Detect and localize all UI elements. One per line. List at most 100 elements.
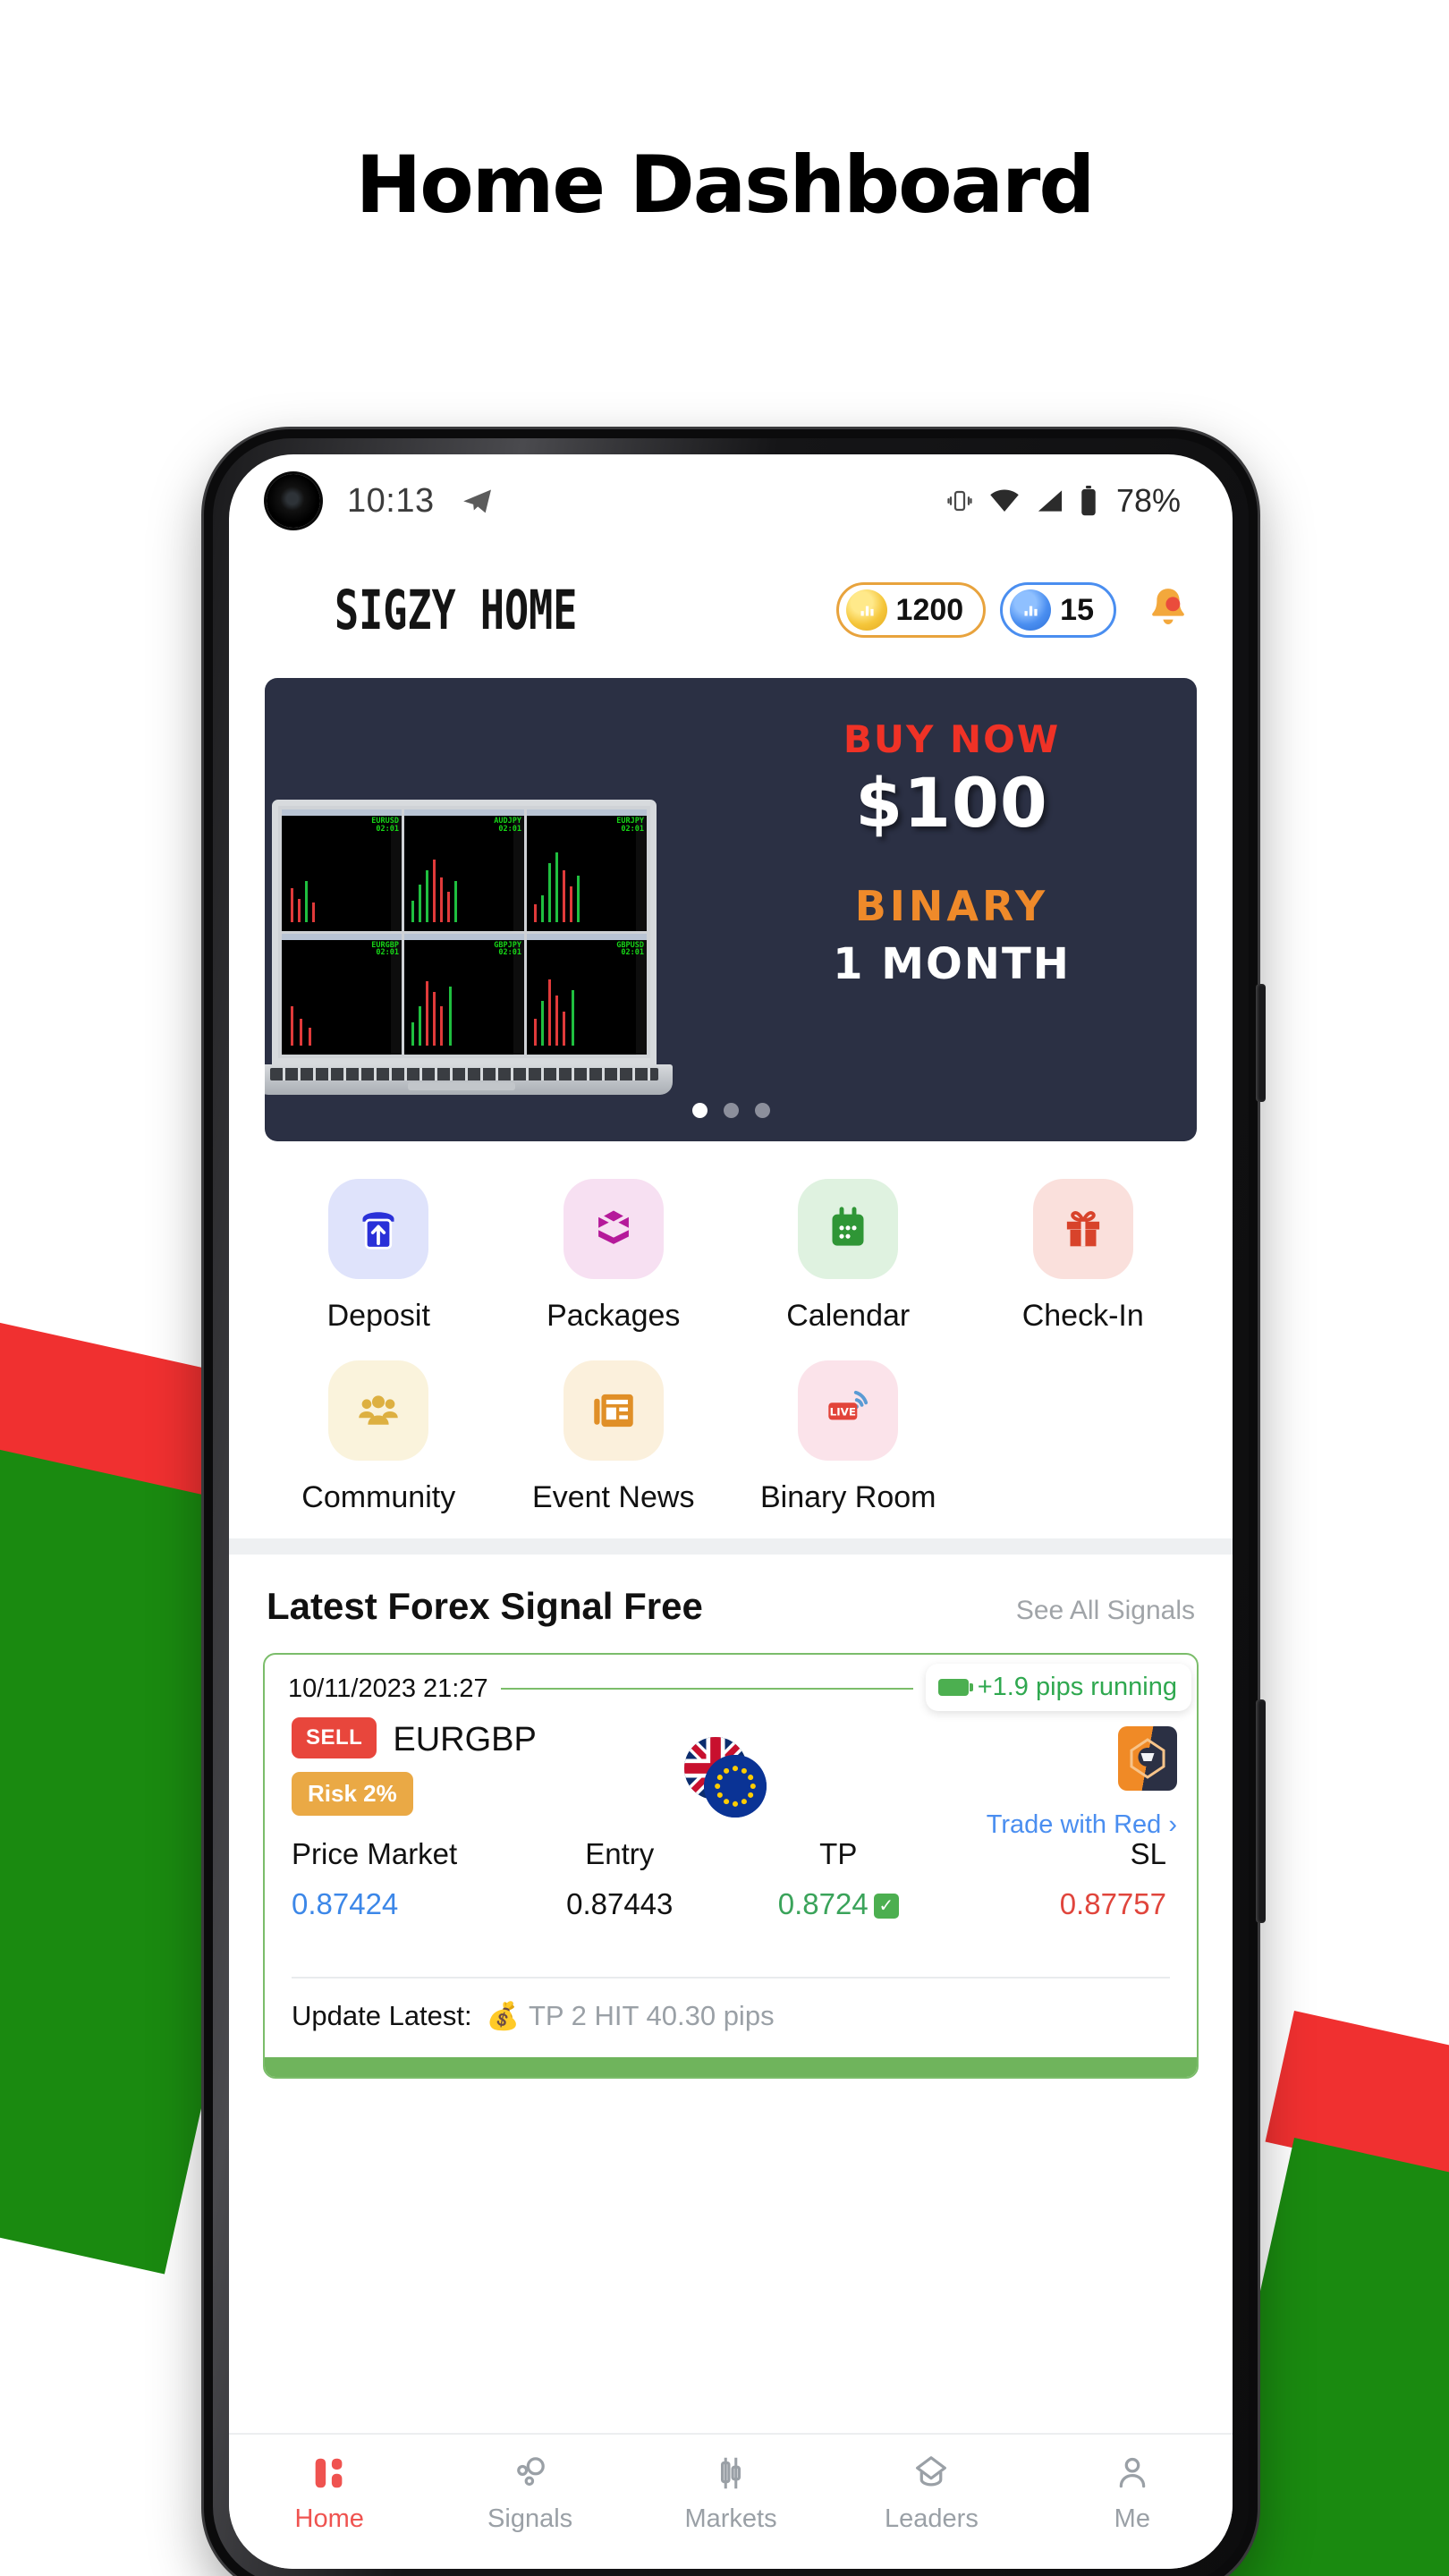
blue-coin-value: 15 xyxy=(1060,592,1094,627)
nav-label: Me xyxy=(1114,2504,1150,2533)
promo-banner-carousel[interactable]: EURUSD 02:01 AUDJPY 02:01 EURJPY 02:01 E… xyxy=(229,673,1233,1141)
menu-item-binary-room[interactable]: LIVE Binary Room xyxy=(731,1360,966,1515)
decor-band-right-red xyxy=(1265,2011,1449,2224)
menu-item-event-news[interactable]: Event News xyxy=(496,1360,732,1515)
candlestick-icon xyxy=(720,2457,741,2489)
signals-section-header: Latest Forex Signal Free See All Signals xyxy=(229,1555,1233,1628)
nav-item-home[interactable]: Home xyxy=(229,2453,429,2534)
gold-coin-chip[interactable]: 1200 xyxy=(835,582,987,638)
blue-coin-chip[interactable]: 15 xyxy=(1000,582,1116,638)
signal-pair-name: EURGBP xyxy=(393,1721,537,1758)
signal-divider-line xyxy=(500,1688,913,1690)
deposit-icon xyxy=(328,1179,429,1279)
battery-percent: 78% xyxy=(1115,482,1181,519)
page-title: Home Dashboard xyxy=(355,139,1096,231)
signal-column-entry: Entry 0.87443 xyxy=(511,1837,730,1921)
trade-with-broker-block[interactable]: Trade with Red › xyxy=(987,1726,1177,1840)
nav-label: Markets xyxy=(684,2504,777,2533)
promo-banner-slide[interactable]: EURUSD 02:01 AUDJPY 02:01 EURJPY 02:01 E… xyxy=(265,678,1197,1141)
price-market-value: 0.87424 xyxy=(292,1887,399,1920)
menu-item-deposit[interactable]: Deposit xyxy=(261,1179,496,1334)
mt4-chart-window: EURGBP 02:01 xyxy=(282,933,402,1055)
app-brand-title: SIGZY HOME xyxy=(335,578,578,642)
signal-card-header: 10/11/2023 21:27 +1.9 pips running xyxy=(265,1655,1197,1712)
phone-power-button[interactable] xyxy=(1256,984,1266,1102)
nav-label: Leaders xyxy=(885,2504,979,2533)
person-icon xyxy=(1119,2457,1146,2488)
carousel-dot[interactable] xyxy=(723,1103,739,1118)
app-header: SIGZY HOME 1200 15 xyxy=(229,547,1233,673)
signal-card-body: SELL EURGBP Risk 2% Trade with Red › Pri… xyxy=(265,1712,1197,1953)
nav-item-signals[interactable]: Signals xyxy=(429,2453,630,2534)
update-label: Update Latest: xyxy=(292,2000,472,2031)
banner-product: BINARY xyxy=(854,882,1049,930)
quick-action-grid: Deposit Packages Calendar Check-In Commu… xyxy=(229,1141,1233,1538)
status-bar: 10:13 78% xyxy=(229,454,1233,547)
entry-value: 0.87443 xyxy=(566,1887,674,1920)
signal-icon xyxy=(1038,490,1063,512)
tp-hit-check-icon: ✓ xyxy=(873,1894,899,1919)
signal-direction-badge: SELL xyxy=(292,1717,377,1758)
nav-item-leaders[interactable]: Leaders xyxy=(831,2453,1031,2534)
carousel-dot[interactable] xyxy=(691,1103,708,1118)
pips-status-text: +1.9 pips running xyxy=(977,1672,1177,1701)
banner-price: $100 xyxy=(855,763,1048,843)
eu-flag-icon xyxy=(704,1755,767,1818)
signal-update-row: Update Latest: 💰 TP 2 HIT 40.30 pips xyxy=(265,1979,1197,2057)
front-camera-punch-hole xyxy=(267,474,320,528)
home-grid-icon xyxy=(315,2458,343,2488)
trade-with-broker-link[interactable]: Trade with Red › xyxy=(987,1810,1177,1840)
money-bag-icon: 💰 xyxy=(486,2001,520,2031)
nav-item-markets[interactable]: Markets xyxy=(631,2453,831,2534)
tp-value: 0.8724 xyxy=(777,1887,869,1920)
signal-pips-badge: +1.9 pips running xyxy=(925,1663,1191,1711)
screenshot-root: Home Dashboard 10:13 78% SIGZY HOME 1200… xyxy=(0,0,1449,2576)
menu-item-check-in[interactable]: Check-In xyxy=(966,1179,1201,1334)
see-all-signals-link[interactable]: See All Signals xyxy=(1016,1596,1195,1626)
menu-label: Binary Room xyxy=(759,1480,936,1514)
signal-price-columns: Price Market 0.87424 Entry 0.87443 TP 0.… xyxy=(292,1837,1170,1921)
signal-card[interactable]: 10/11/2023 21:27 +1.9 pips running SELL xyxy=(263,1653,1199,2079)
phone-screen: 10:13 78% SIGZY HOME 1200 15 EURUSD 02:0… xyxy=(229,454,1233,2569)
sl-value: 0.87757 xyxy=(1059,1887,1166,1920)
mt4-chart-window: AUDJPY 02:01 xyxy=(404,809,524,931)
community-icon xyxy=(328,1360,429,1461)
update-value: TP 2 HIT 40.30 pips xyxy=(529,2000,775,2031)
mt4-chart-window: EURJPY 02:01 xyxy=(527,809,647,931)
menu-label: Packages xyxy=(547,1299,681,1333)
signal-column-tp: TP 0.8724 ✓ xyxy=(729,1837,948,1921)
notification-bell-icon[interactable] xyxy=(1143,583,1193,638)
banner-duration: 1 MONTH xyxy=(833,939,1071,989)
battery-icon xyxy=(1081,486,1096,516)
svg-text:LIVE: LIVE xyxy=(830,1406,856,1419)
currency-flag-pair xyxy=(677,1735,784,1832)
section-title: Latest Forex Signal Free xyxy=(267,1585,703,1627)
phone-device-frame: 10:13 78% SIGZY HOME 1200 15 EURUSD 02:0… xyxy=(204,429,1266,2576)
menu-item-community[interactable]: Community xyxy=(261,1360,496,1515)
nav-label: Signals xyxy=(487,2504,573,2533)
carousel-dot[interactable] xyxy=(754,1103,770,1118)
graduation-icon xyxy=(916,2456,947,2487)
live-room-icon: LIVE xyxy=(798,1360,899,1461)
mt4-chart-window: GBPUSD 02:01 xyxy=(527,933,647,1055)
phone-volume-button[interactable] xyxy=(1256,1699,1266,1923)
bottom-navigation-bar: Home Signals Markets Leaders Me xyxy=(229,2433,1233,2569)
news-icon xyxy=(563,1360,664,1461)
vibrate-icon xyxy=(947,490,972,512)
status-time: 10:13 xyxy=(347,481,435,520)
blue-coin-icon xyxy=(1010,589,1052,631)
menu-item-empty xyxy=(966,1360,1201,1515)
packages-icon xyxy=(563,1179,664,1279)
menu-item-calendar[interactable]: Calendar xyxy=(731,1179,966,1334)
calendar-icon xyxy=(798,1179,899,1279)
pips-running-icon xyxy=(937,1678,973,1696)
carousel-dots[interactable] xyxy=(265,1103,1197,1118)
banner-headline: BUY NOW xyxy=(843,717,1061,761)
menu-item-packages[interactable]: Packages xyxy=(496,1179,732,1334)
broker-logo-icon xyxy=(1118,1726,1177,1791)
menu-label: Deposit xyxy=(326,1299,430,1333)
nav-item-me[interactable]: Me xyxy=(1032,2453,1233,2534)
mt4-chart-window: EURUSD 02:01 xyxy=(282,809,402,931)
menu-label: Event News xyxy=(532,1480,695,1514)
signal-column-sl: SL 0.87757 xyxy=(948,1837,1171,1921)
